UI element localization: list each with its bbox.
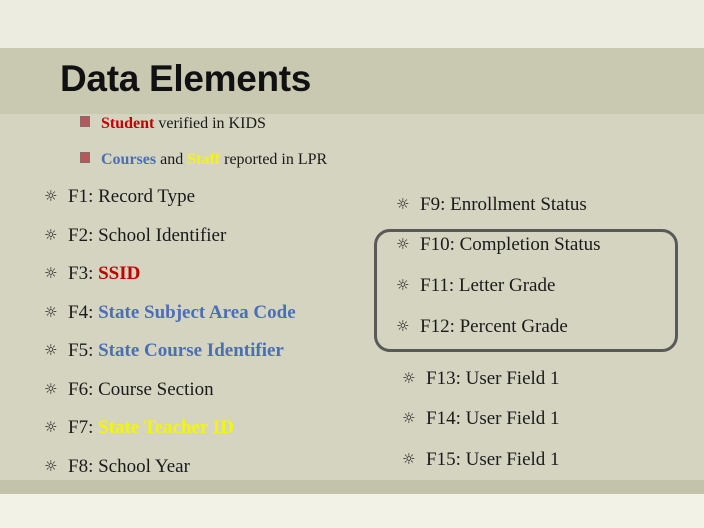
field-item-f14: ☼ F14: User Field 1 (402, 408, 560, 430)
field-prefix: F4: (68, 302, 99, 323)
field-item-f9: ☼ F9: Enrollment Status (396, 194, 587, 216)
field-prefix: F13: (426, 368, 466, 389)
field-prefix: F3: (68, 263, 99, 284)
field-label: User Field 1 (465, 368, 560, 389)
field-prefix: F1: (68, 186, 99, 207)
star-outline-icon: ☼ (402, 409, 416, 427)
field-prefix: F9: (420, 194, 451, 215)
field-item-f7: ☼ F7: State Teacher ID (44, 417, 234, 439)
field-item-f3: ☼ F3: SSID (44, 263, 140, 285)
star-outline-icon: ☼ (44, 341, 58, 359)
star-outline-icon: ☼ (44, 380, 58, 398)
field-prefix: F15: (426, 449, 466, 470)
sub-bullet-2: Courses and Staff reported in LPR (80, 151, 327, 169)
field-label: State Course Identifier (98, 340, 284, 361)
field-item-f8: ☼ F8: School Year (44, 456, 190, 478)
bottom-band (0, 480, 704, 494)
star-outline-icon: ☼ (396, 195, 410, 213)
field-prefix: F5: (68, 340, 99, 361)
star-outline-icon: ☼ (402, 450, 416, 468)
field-label: Completion Status (459, 234, 601, 255)
field-item-f2: ☼ F2: School Identifier (44, 225, 226, 247)
sub-text-kids: verified in KIDS (154, 115, 266, 132)
field-item-f6: ☼ F6: Course Section (44, 379, 214, 401)
star-outline-icon: ☼ (44, 457, 58, 475)
field-item-f1: ☼ F1: Record Type (44, 186, 195, 208)
star-outline-icon: ☼ (44, 187, 58, 205)
star-outline-icon: ☼ (44, 264, 58, 282)
field-label: Letter Grade (458, 275, 556, 296)
field-prefix: F8: (68, 456, 99, 477)
field-label: User Field 1 (465, 449, 560, 470)
square-bullet-icon (80, 116, 90, 127)
sub-bullet-1: Student verified in KIDS (80, 115, 266, 133)
field-prefix: F2: (68, 225, 99, 246)
field-label: State Teacher ID (98, 417, 234, 438)
top-band (0, 0, 704, 48)
star-outline-icon: ☼ (396, 276, 410, 294)
field-item-f5: ☼ F5: State Course Identifier (44, 340, 284, 362)
field-item-f15: ☼ F15: User Field 1 (402, 449, 560, 471)
field-label: Record Type (98, 186, 196, 207)
slide-title: Data Elements (60, 58, 312, 99)
star-outline-icon: ☼ (44, 418, 58, 436)
field-prefix: F12: (420, 316, 460, 337)
field-prefix: F10: (420, 234, 460, 255)
field-label: State Subject Area Code (98, 302, 296, 323)
field-item-f10: ☼ F10: Completion Status (396, 234, 601, 256)
field-label: Enrollment Status (450, 194, 587, 215)
sub-text-lpr: reported in LPR (220, 151, 328, 168)
star-outline-icon: ☼ (402, 369, 416, 387)
field-label: Course Section (98, 379, 214, 400)
field-label: SSID (98, 263, 141, 284)
field-item-f13: ☼ F13: User Field 1 (402, 368, 560, 390)
field-prefix: F11: (420, 275, 459, 296)
field-label: School Year (98, 456, 190, 477)
field-label: School Identifier (98, 225, 227, 246)
field-label: Percent Grade (459, 316, 568, 337)
sub-text-student: Student (101, 115, 155, 132)
square-bullet-icon (80, 152, 90, 163)
sub-text-courses: Courses (101, 151, 157, 168)
field-prefix: F6: (68, 379, 99, 400)
sub-text-and: and (156, 151, 188, 168)
field-item-f4: ☼ F4: State Subject Area Code (44, 302, 296, 324)
field-item-f12: ☼ F12: Percent Grade (396, 316, 568, 338)
star-outline-icon: ☼ (396, 235, 410, 253)
star-outline-icon: ☼ (396, 317, 410, 335)
star-outline-icon: ☼ (44, 303, 58, 321)
field-item-f11: ☼ F11: Letter Grade (396, 275, 555, 297)
field-label: User Field 1 (465, 408, 560, 429)
field-prefix: F7: (68, 417, 99, 438)
star-outline-icon: ☼ (44, 226, 58, 244)
sub-text-staff: Staff (187, 151, 221, 168)
field-prefix: F14: (426, 408, 466, 429)
